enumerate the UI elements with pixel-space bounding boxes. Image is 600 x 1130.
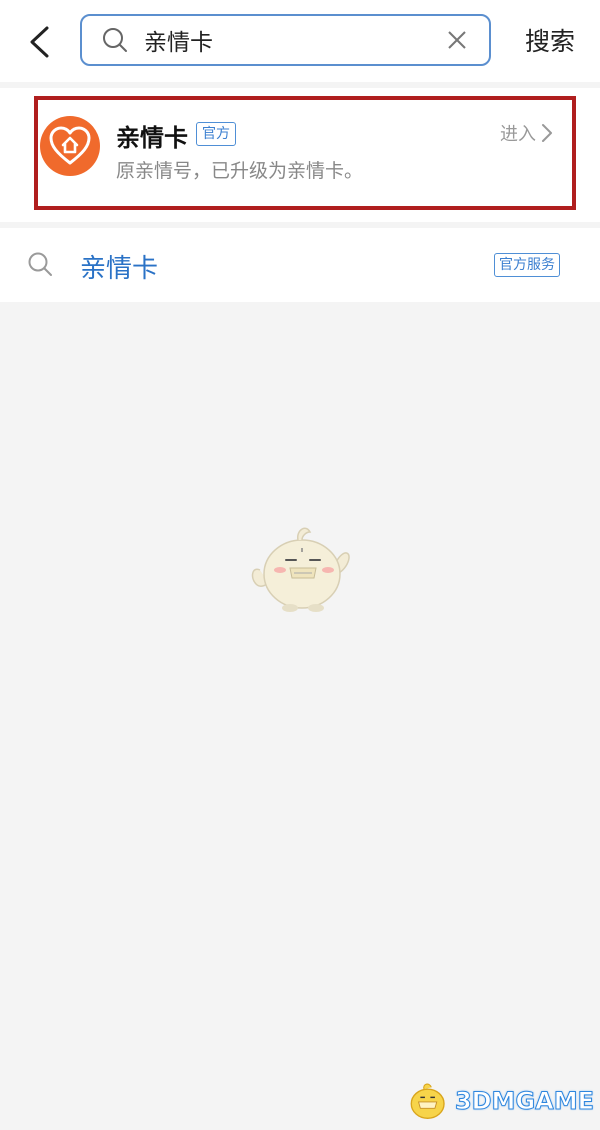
- search-input[interactable]: [142, 26, 439, 54]
- search-button[interactable]: 搜索: [512, 22, 588, 62]
- watermark: 3DMGAME: [404, 1078, 595, 1124]
- search-field[interactable]: [80, 14, 491, 66]
- close-icon: [448, 31, 466, 49]
- watermark-text: 3DMGAME: [454, 1087, 594, 1116]
- search-icon: [28, 252, 52, 276]
- app-description: 原亲情号，已升级为亲情卡。: [116, 160, 364, 182]
- watermark-mascot-icon: [410, 1083, 445, 1119]
- enter-label: 进入: [500, 124, 536, 145]
- app-name: 亲情卡: [116, 124, 188, 152]
- app-logo: [40, 116, 100, 176]
- official-badge: 官方: [196, 122, 236, 146]
- clear-search-button[interactable]: [439, 22, 475, 58]
- top-bar: 搜索: [0, 0, 600, 82]
- enter-link[interactable]: 进入: [500, 120, 555, 146]
- result-card-qinqingka[interactable]: 亲情卡 官方 原亲情号，已升级为亲情卡。 进入: [0, 88, 600, 222]
- chevron-left-icon: [30, 26, 49, 58]
- empty-state-mascot-icon: [251, 527, 350, 612]
- suggestion-text: 亲情卡: [80, 254, 159, 284]
- search-results: 亲情卡 官方 原亲情号，已升级为亲情卡。 进入: [0, 88, 600, 222]
- suggestion-row[interactable]: 亲情卡 官方服务: [0, 228, 600, 302]
- service-badge: 官方服务: [494, 253, 560, 277]
- search-icon: [98, 23, 132, 57]
- chevron-right-icon: [542, 124, 552, 142]
- back-button[interactable]: [18, 20, 62, 64]
- heart-home-icon: [49, 126, 91, 165]
